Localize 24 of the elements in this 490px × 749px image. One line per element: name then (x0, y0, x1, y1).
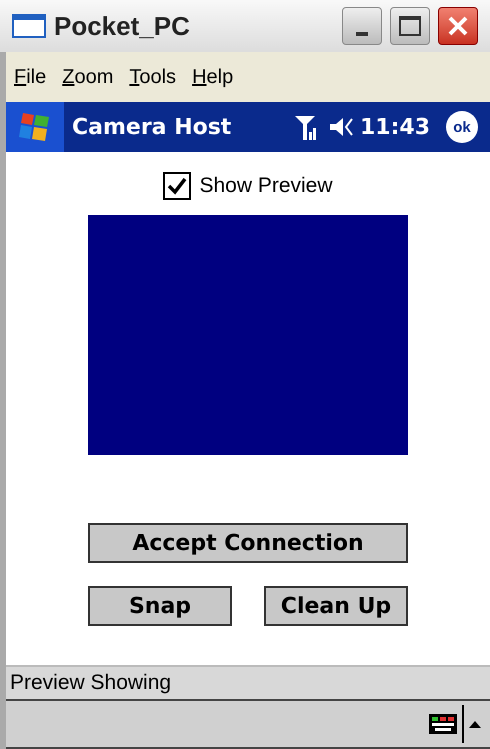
maximize-button[interactable] (390, 7, 430, 45)
menu-item[interactable]: File (14, 62, 46, 92)
check-icon (167, 177, 188, 195)
action-button[interactable]: Clean Up (264, 586, 408, 626)
menu-item[interactable]: Help (192, 62, 234, 92)
action-button[interactable]: Snap (88, 586, 232, 626)
minimize-button[interactable] (342, 7, 382, 45)
clock-time: 11:43 (360, 114, 430, 142)
app-title: Camera Host (72, 114, 232, 142)
antenna-icon (294, 114, 316, 140)
action-button[interactable]: Accept Connection (88, 523, 408, 563)
checkbox-label: Show Preview (199, 173, 333, 200)
keyboard-icon[interactable] (428, 712, 458, 736)
close-icon (447, 15, 469, 37)
window-title: Pocket_PC (54, 10, 191, 42)
menu-item[interactable]: Zoom (62, 62, 114, 92)
preview-checkbox[interactable] (163, 172, 192, 200)
status-text: Preview Showing (10, 670, 172, 696)
close-button[interactable] (438, 7, 478, 45)
start-button[interactable] (6, 102, 64, 152)
up-arrow-icon[interactable] (468, 719, 482, 729)
ok-button[interactable]: ok (446, 111, 478, 143)
menu-item[interactable]: Tools (129, 62, 176, 92)
window-icon (12, 14, 46, 38)
